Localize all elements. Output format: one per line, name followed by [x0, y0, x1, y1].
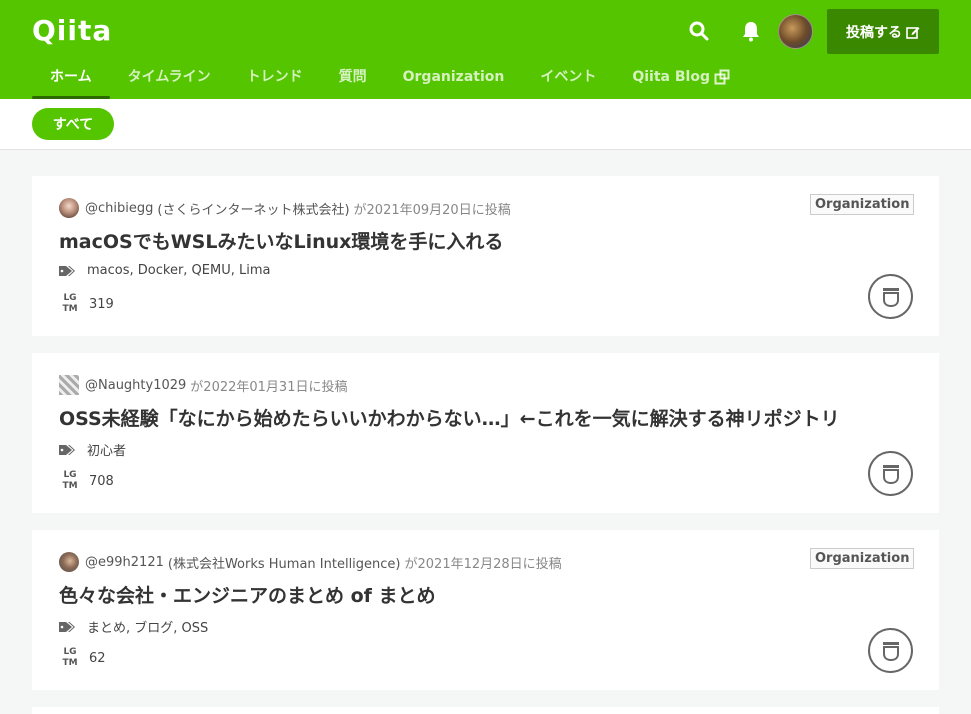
tab-qiita-blog[interactable]: Qiita Blog — [614, 66, 748, 99]
article-card[interactable]: @chibiegg (さくらインターネット株式会社) が2021年09月20日に… — [32, 176, 939, 336]
lgtm-value: 319 — [89, 296, 114, 312]
tab-trend[interactable]: トレンド — [229, 66, 321, 99]
stock-button[interactable] — [868, 451, 913, 496]
tab-timeline[interactable]: タイムライン — [110, 66, 229, 99]
stock-button[interactable] — [868, 274, 913, 319]
article-meta: @Naughty1029 が2022年01月31日に投稿 — [59, 375, 347, 395]
stock-button[interactable] — [868, 628, 913, 673]
stock-icon — [882, 641, 899, 661]
article-card[interactable]: @Naughty1029 が2022年01月31日に投稿 OSS未経験「なにから… — [32, 353, 939, 513]
post-date: が2021年09月20日に投稿 — [353, 202, 511, 218]
qiita-logo[interactable]: Qiita — [32, 14, 112, 47]
author-username[interactable]: @Naughty1029 — [85, 378, 186, 393]
user-avatar[interactable] — [778, 14, 813, 49]
tag-list[interactable]: まとめ, ブログ, OSS — [87, 617, 208, 636]
lgtm-value: 708 — [89, 473, 114, 489]
article-tags: macos, Docker, QEMU, Lima — [59, 263, 270, 278]
main-nav: ホーム タイムライン トレンド 質問 Organization イベント Qii… — [32, 66, 748, 99]
article-card[interactable] — [32, 707, 939, 714]
external-link-icon — [714, 69, 730, 85]
tag-icon — [59, 444, 75, 455]
author-avatar[interactable] — [59, 198, 79, 218]
article-tags: まとめ, ブログ, OSS — [59, 617, 208, 636]
organization-badge: Organization — [810, 548, 915, 569]
bell-icon[interactable] — [740, 20, 762, 42]
lgtm-icon: LG TM — [62, 470, 78, 491]
post-button-label: 投稿する — [846, 24, 902, 41]
search-icon[interactable] — [688, 20, 710, 42]
edit-icon — [906, 26, 920, 39]
lgtm-icon: LG TM — [62, 293, 78, 314]
tag-list[interactable]: 初心者 — [87, 440, 126, 459]
article-meta: @e99h2121 (株式会社Works Human Intelligence)… — [59, 552, 562, 572]
post-button[interactable]: 投稿する — [827, 9, 939, 54]
lgtm-count: LG TM 319 — [59, 291, 114, 317]
article-title[interactable]: 色々な会社・エンジニアのまとめ of まとめ — [59, 581, 436, 608]
article-tags: 初心者 — [59, 440, 126, 459]
author-organization: (さくらインターネット株式会社) — [157, 202, 350, 218]
article-meta: @chibiegg (さくらインターネット株式会社) が2021年09月20日に… — [59, 198, 511, 218]
author-username[interactable]: @e99h2121 — [85, 555, 164, 570]
author-organization: (株式会社Works Human Intelligence) — [167, 556, 401, 572]
tag-list[interactable]: macos, Docker, QEMU, Lima — [87, 263, 270, 278]
author-username[interactable]: @chibiegg — [85, 201, 153, 216]
stock-icon — [882, 287, 899, 307]
tag-icon — [59, 621, 75, 632]
lgtm-count: LG TM 62 — [59, 645, 106, 671]
filter-bar: すべて — [0, 99, 971, 150]
article-title[interactable]: macOSでもWSLみたいなLinux環境を手に入れる — [59, 227, 503, 254]
author-avatar[interactable] — [59, 375, 79, 395]
tab-organization[interactable]: Organization — [385, 66, 523, 99]
post-date: が2022年01月31日に投稿 — [190, 379, 348, 395]
filter-all-pill[interactable]: すべて — [32, 108, 114, 140]
post-date: が2021年12月28日に投稿 — [404, 556, 562, 572]
global-header: Qiita 投稿する ホーム タイムライン トレンド 質問 Organizati… — [0, 0, 971, 99]
article-card[interactable]: @e99h2121 (株式会社Works Human Intelligence)… — [32, 530, 939, 690]
tab-events[interactable]: イベント — [522, 66, 614, 99]
lgtm-count: LG TM 708 — [59, 468, 114, 494]
tab-home[interactable]: ホーム — [32, 66, 110, 99]
lgtm-icon: LG TM — [62, 647, 78, 668]
stock-icon — [882, 464, 899, 484]
tab-questions[interactable]: 質問 — [321, 66, 385, 99]
lgtm-value: 62 — [89, 650, 106, 666]
organization-badge: Organization — [810, 194, 915, 215]
author-avatar[interactable] — [59, 552, 79, 572]
tag-icon — [59, 265, 75, 276]
article-title[interactable]: OSS未経験「なにから始めたらいいかわからない…」←これを一気に解決する神リポジ… — [59, 404, 840, 431]
